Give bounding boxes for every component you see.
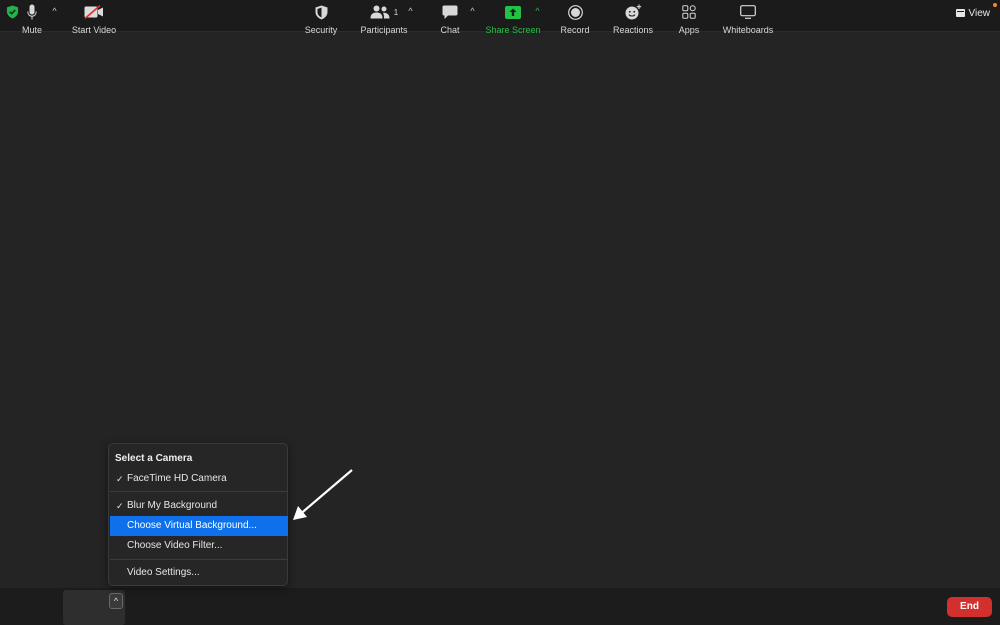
end-meeting-button[interactable]: End <box>947 597 992 617</box>
menu-divider <box>110 559 288 560</box>
whiteboards-button[interactable]: Whiteboards <box>721 3 775 35</box>
reactions-button[interactable]: Reactions <box>611 3 655 35</box>
checkmark-icon: ✓ <box>116 474 124 484</box>
mute-label: Mute <box>21 25 42 35</box>
chat-options-caret[interactable]: ^ <box>468 6 477 16</box>
apps-icon <box>682 5 696 19</box>
share-screen-options-caret[interactable]: ^ <box>533 6 542 16</box>
chat-button[interactable]: Chat <box>437 3 463 35</box>
record-button[interactable]: Record <box>559 3 591 35</box>
start-video-label: Start Video <box>71 25 117 35</box>
whiteboard-icon <box>740 5 756 19</box>
record-icon <box>567 4 583 20</box>
view-button[interactable]: View <box>955 5 991 21</box>
menu-divider <box>110 491 288 492</box>
share-up-arrow-icon <box>505 5 521 19</box>
microphone-icon <box>27 4 37 20</box>
smile-plus-icon <box>625 4 641 20</box>
chat-label: Chat <box>440 25 460 35</box>
menu-item-facetime-camera[interactable]: ✓ FaceTime HD Camera <box>110 469 288 489</box>
start-video-button[interactable]: Start Video <box>66 3 122 35</box>
chat-bubble-icon <box>442 5 458 19</box>
notification-dot <box>993 3 997 7</box>
video-options-caret[interactable]: ^ <box>109 593 123 609</box>
annotation-arrow-icon <box>293 469 353 520</box>
menu-item-blur-background[interactable]: ✓ Blur My Background <box>110 496 288 516</box>
mute-button[interactable]: Mute <box>18 3 46 35</box>
participants-button[interactable]: 1 Participants <box>359 3 409 35</box>
whiteboards-label: Whiteboards <box>722 25 774 35</box>
meeting-toolbar <box>0 588 1000 625</box>
participants-options-caret[interactable]: ^ <box>406 6 415 16</box>
calendar-grid-icon <box>955 9 965 17</box>
apps-button[interactable]: Apps <box>676 3 702 35</box>
menu-header-select-camera: Select a Camera <box>115 453 193 464</box>
reactions-label: Reactions <box>612 25 654 35</box>
record-label: Record <box>560 25 590 35</box>
menu-item-video-settings[interactable]: Video Settings... <box>110 563 288 583</box>
apps-label: Apps <box>678 25 700 35</box>
checkmark-icon: ✓ <box>116 501 124 511</box>
camera-options-menu: Select a Camera ✓ FaceTime HD Camera ✓ B… <box>108 443 288 586</box>
mute-options-caret[interactable]: ^ <box>50 6 59 16</box>
shield-icon <box>315 5 327 19</box>
share-screen-label: Share Screen <box>485 25 541 35</box>
participants-count: 1 <box>393 7 399 17</box>
menu-item-choose-virtual-background[interactable]: Choose Virtual Background... <box>110 516 288 536</box>
view-label: View <box>968 7 991 19</box>
participants-label: Participants <box>360 25 408 35</box>
security-button[interactable]: Security <box>303 3 339 35</box>
menu-item-choose-video-filter[interactable]: Choose Video Filter... <box>110 536 288 556</box>
video-off-icon <box>84 5 103 19</box>
security-label: Security <box>304 25 338 35</box>
people-icon <box>370 5 390 19</box>
